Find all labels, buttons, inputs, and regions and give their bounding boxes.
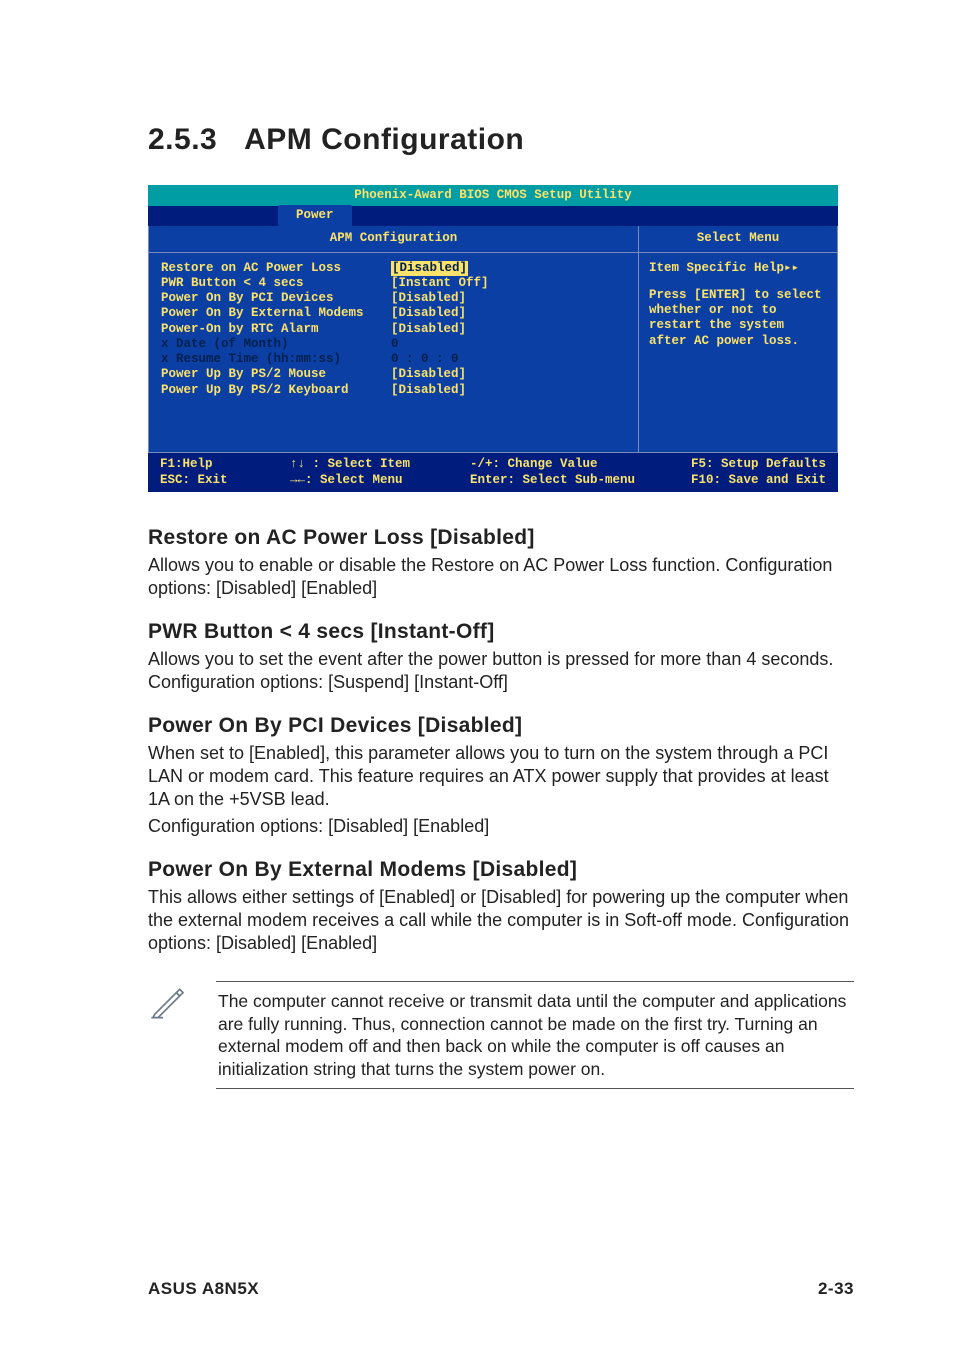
- item-heading-pci: Power On By PCI Devices [Disabled]: [148, 714, 854, 738]
- item-desc: Allows you to set the event after the po…: [148, 648, 854, 694]
- bios-setting-value: [Disabled]: [391, 306, 466, 321]
- bios-setting-label: Power Up By PS/2 Mouse: [161, 367, 391, 382]
- bios-setting-label: Restore on AC Power Loss: [161, 261, 391, 276]
- item-desc: When set to [Enabled], this parameter al…: [148, 742, 854, 811]
- section-number: 2.5.3: [148, 123, 217, 156]
- bios-help-title: Item Specific Help▸▸: [649, 261, 827, 276]
- bios-setting-label: x Date (of Month): [161, 337, 391, 352]
- item-desc: This allows either settings of [Enabled]…: [148, 886, 854, 955]
- page-footer: ASUS A8N5X 2-33: [148, 1279, 854, 1299]
- bios-settings-list: Restore on AC Power Loss[Disabled] PWR B…: [148, 253, 638, 453]
- note-block: The computer cannot receive or transmit …: [148, 981, 854, 1089]
- bios-setting-value: 0 : 0 : 0: [391, 352, 459, 367]
- legend-f10: F10: Save and Exit: [680, 473, 826, 488]
- legend-submenu: Enter: Select Sub-menu: [470, 473, 680, 488]
- item-heading-pwrbtn: PWR Button < 4 secs [Instant-Off]: [148, 620, 854, 644]
- bios-setting-value: [Disabled]: [391, 383, 466, 398]
- item-desc: Configuration options: [Disabled] [Enabl…: [148, 815, 854, 838]
- bios-menu-bar: Power: [148, 206, 838, 226]
- bios-right-header: Select Menu: [638, 226, 838, 252]
- note-text: The computer cannot receive or transmit …: [216, 981, 854, 1089]
- section-heading: 2.5.3 APM Configuration: [148, 120, 854, 157]
- bios-left-header: APM Configuration: [148, 226, 638, 252]
- bios-setting-value: [Disabled]: [391, 367, 466, 382]
- footer-page-number: 2-33: [818, 1279, 854, 1299]
- bios-tab-power[interactable]: Power: [278, 205, 352, 226]
- bios-setting-value: 0: [391, 337, 399, 352]
- bios-setting-label: PWR Button < 4 secs: [161, 276, 391, 291]
- legend-f1: F1:Help: [160, 457, 290, 472]
- bios-setting-label: Power On By External Modems: [161, 306, 391, 321]
- bios-setting-label: Power On By PCI Devices: [161, 291, 391, 306]
- legend-f5: F5: Setup Defaults: [680, 457, 826, 472]
- legend-esc: ESC: Exit: [160, 473, 290, 488]
- bios-title-bar: Phoenix-Award BIOS CMOS Setup Utility: [148, 185, 838, 206]
- bios-setting-row[interactable]: PWR Button < 4 secs[Instant Off]: [161, 276, 630, 291]
- bios-setting-row: x Date (of Month) 0: [161, 337, 630, 352]
- triangle-right-icon: ▸▸: [784, 261, 799, 275]
- bios-setting-row[interactable]: Power-On by RTC Alarm[Disabled]: [161, 322, 630, 337]
- bios-setting-label: x Resume Time (hh:mm:ss): [161, 352, 391, 367]
- bios-setting-row[interactable]: Power On By External Modems[Disabled]: [161, 306, 630, 321]
- bios-setting-label: Power-On by RTC Alarm: [161, 322, 391, 337]
- bios-setting-row: x Resume Time (hh:mm:ss)0 : 0 : 0: [161, 352, 630, 367]
- legend-updown: ↑↓ : Select Item: [290, 457, 470, 472]
- item-desc: Allows you to enable or disable the Rest…: [148, 554, 854, 600]
- legend-changeval: -/+: Change Value: [470, 457, 680, 472]
- bios-setting-row[interactable]: Power On By PCI Devices[Disabled]: [161, 291, 630, 306]
- legend-leftright: →←: Select Menu: [290, 473, 470, 488]
- bios-legend: F1:Help ↑↓ : Select Item -/+: Change Val…: [148, 453, 838, 493]
- bios-setting-row[interactable]: Power Up By PS/2 Keyboard[Disabled]: [161, 383, 630, 398]
- bios-setting-value: [Disabled]: [391, 322, 466, 337]
- footer-model: ASUS A8N5X: [148, 1279, 259, 1299]
- bios-setting-label: Power Up By PS/2 Keyboard: [161, 383, 391, 398]
- bios-setting-value: [Disabled]: [391, 261, 468, 276]
- section-title: APM Configuration: [244, 123, 524, 156]
- bios-setting-value: [Disabled]: [391, 291, 466, 306]
- item-heading-modem: Power On By External Modems [Disabled]: [148, 858, 854, 882]
- bios-setting-value: [Instant Off]: [391, 276, 489, 291]
- bios-screenshot: Phoenix-Award BIOS CMOS Setup Utility Po…: [148, 185, 838, 492]
- bios-help-body: Press [ENTER] to select whether or not t…: [649, 288, 827, 349]
- item-heading-restore: Restore on AC Power Loss [Disabled]: [148, 526, 854, 550]
- bios-setting-row[interactable]: Power Up By PS/2 Mouse[Disabled]: [161, 367, 630, 382]
- note-pencil-icon: [148, 981, 188, 1026]
- bios-setting-row[interactable]: Restore on AC Power Loss[Disabled]: [161, 261, 630, 276]
